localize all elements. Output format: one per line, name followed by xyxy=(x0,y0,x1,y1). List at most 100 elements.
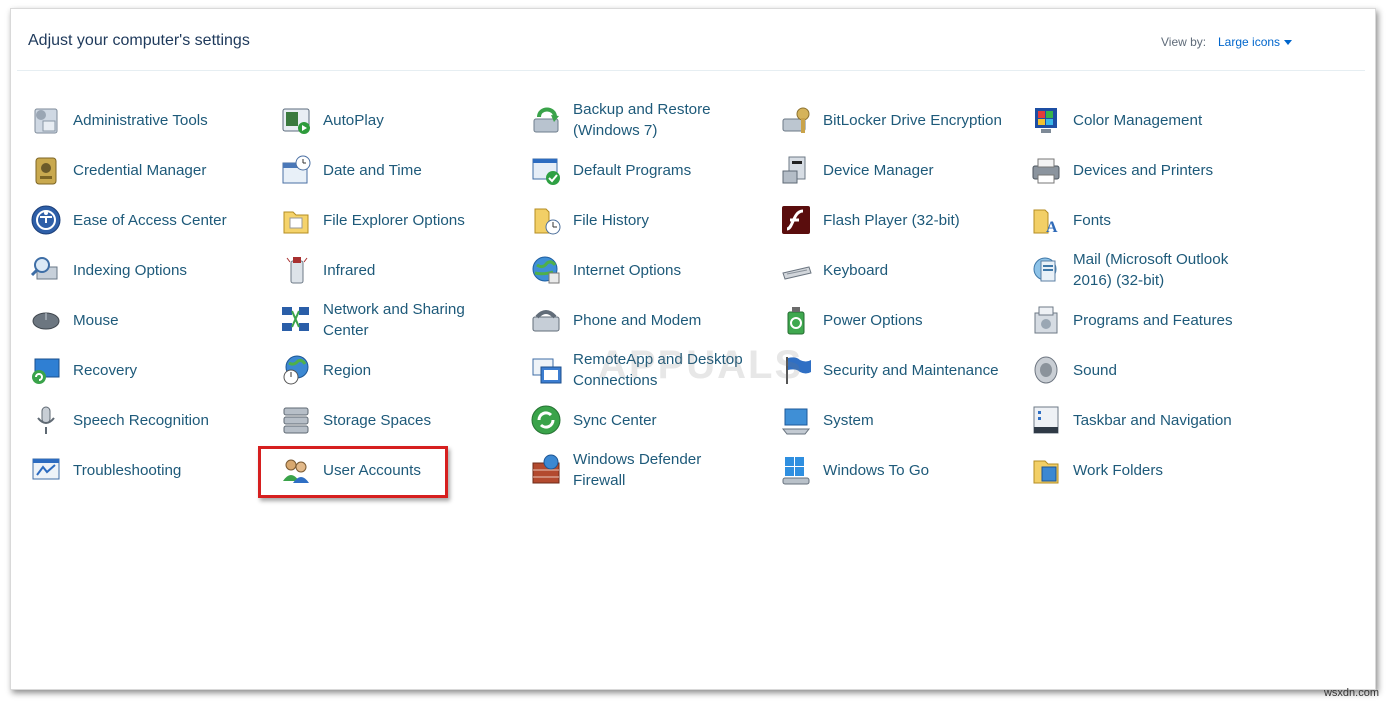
control-panel-item[interactable]: Default Programs xyxy=(529,148,769,192)
control-panel-item[interactable]: Mail (Microsoft Outlook 2016) (32-bit) xyxy=(1029,248,1269,292)
control-panel-item[interactable]: File Explorer Options xyxy=(279,198,519,242)
color-management-icon xyxy=(1029,103,1063,137)
control-panel-item[interactable]: Color Management xyxy=(1029,98,1269,142)
region-icon xyxy=(279,353,313,387)
control-panel-item[interactable]: Backup and Restore (Windows 7) xyxy=(529,98,769,142)
printer-icon xyxy=(1029,153,1063,187)
control-panel-item[interactable]: Storage Spaces xyxy=(279,398,519,442)
control-panel-item[interactable]: Windows Defender Firewall xyxy=(529,448,769,492)
indexing-icon xyxy=(29,253,63,287)
control-panel-item[interactable]: BitLocker Drive Encryption xyxy=(779,98,1019,142)
control-panel-item-label: System xyxy=(823,411,874,429)
control-panel-item-label: Credential Manager xyxy=(73,161,207,179)
file-history-icon xyxy=(529,203,563,237)
system-icon xyxy=(779,403,813,437)
keyboard-icon xyxy=(779,253,813,287)
network-icon xyxy=(279,303,313,337)
sound-icon xyxy=(1029,353,1063,387)
control-panel-item[interactable]: Device Manager xyxy=(779,148,1019,192)
control-panel-item-label: Mail (Microsoft Outlook 2016) (32-bit) xyxy=(1073,251,1229,289)
page-title: Adjust your computer's settings xyxy=(28,32,250,49)
admin-tools-icon xyxy=(29,103,63,137)
control-panel-item[interactable]: Network and Sharing Center xyxy=(279,298,519,342)
control-panel-item[interactable]: Internet Options xyxy=(529,248,769,292)
control-panel-item[interactable]: Flash Player (32-bit) xyxy=(779,198,1019,242)
control-panel-item-label: Power Options xyxy=(823,311,923,329)
control-panel-item[interactable]: Devices and Printers xyxy=(1029,148,1269,192)
control-panel-item[interactable]: Indexing Options xyxy=(29,248,269,292)
credential-manager-icon xyxy=(29,153,63,187)
control-panel-item-label: Infrared xyxy=(323,261,376,279)
control-panel-item-label: Indexing Options xyxy=(73,261,187,279)
recovery-icon xyxy=(29,353,63,387)
control-panel-item[interactable]: A Fonts xyxy=(1029,198,1269,242)
control-panel-item-label: File Explorer Options xyxy=(323,211,465,229)
control-panel-item[interactable]: Infrared xyxy=(279,248,519,292)
control-panel-item-label: Ease of Access Center xyxy=(73,211,227,229)
phone-modem-icon xyxy=(529,303,563,337)
taskbar-icon xyxy=(1029,403,1063,437)
control-panel-item-label: Backup and Restore (Windows 7) xyxy=(573,101,711,139)
control-panel-item[interactable]: Recovery xyxy=(29,348,269,392)
control-panel-item[interactable]: Date and Time xyxy=(279,148,519,192)
header-divider xyxy=(17,70,1365,71)
firewall-icon xyxy=(529,453,563,487)
ease-of-access-icon xyxy=(29,203,63,237)
control-panel-item-label: Color Management xyxy=(1073,111,1203,129)
control-panel-item-label: Recovery xyxy=(73,361,138,379)
control-panel-item[interactable]: Sound xyxy=(1029,348,1269,392)
date-time-icon xyxy=(279,153,313,187)
view-by-label: View by: xyxy=(1161,35,1207,49)
control-panel-item-label: Taskbar and Navigation xyxy=(1073,411,1232,429)
control-panel-item-label: Speech Recognition xyxy=(73,411,209,429)
mouse-icon xyxy=(29,303,63,337)
control-panel-item-label: Region xyxy=(323,361,372,379)
mail-icon xyxy=(1029,253,1063,287)
device-manager-icon xyxy=(779,153,813,187)
control-panel-item[interactable]: File History xyxy=(529,198,769,242)
control-panel-item[interactable]: Phone and Modem xyxy=(529,298,769,342)
control-panel-item[interactable]: Speech Recognition xyxy=(29,398,269,442)
highlight-box xyxy=(258,446,448,498)
control-panel-item[interactable]: Power Options xyxy=(779,298,1019,342)
control-panel-window: Adjust your computer's settings View by:… xyxy=(10,8,1376,690)
flash-icon xyxy=(779,203,813,237)
control-panel-item[interactable]: Ease of Access Center xyxy=(29,198,269,242)
control-panel-item[interactable]: Mouse xyxy=(29,298,269,342)
sync-center-icon xyxy=(529,403,563,437)
svg-text:A: A xyxy=(1046,219,1058,236)
backup-icon xyxy=(529,103,563,137)
troubleshooting-icon xyxy=(29,453,63,487)
control-panel-item[interactable]: Sync Center xyxy=(529,398,769,442)
control-panel-item[interactable]: Work Folders xyxy=(1029,448,1269,492)
control-panel-item-label: Sound xyxy=(1073,361,1117,379)
control-panel-item-label: Sync Center xyxy=(573,411,657,429)
power-options-icon xyxy=(779,303,813,337)
control-panel-item-label: Mouse xyxy=(73,311,119,329)
windows-to-go-icon xyxy=(779,453,813,487)
control-panel-item-label: Work Folders xyxy=(1073,461,1164,479)
control-panel-item[interactable]: Programs and Features xyxy=(1029,298,1269,342)
control-panel-item-label: Fonts xyxy=(1073,211,1111,229)
header: Adjust your computer's settings View by:… xyxy=(11,9,1375,71)
control-panel-item[interactable]: Troubleshooting xyxy=(29,448,269,492)
control-panel-item-label: Windows To Go xyxy=(823,461,930,479)
control-panel-item[interactable]: Credential Manager xyxy=(29,148,269,192)
control-panel-item[interactable]: RemoteApp and Desktop Connections xyxy=(529,348,769,392)
view-by-dropdown[interactable]: Large icons xyxy=(1218,35,1280,49)
control-panel-item[interactable]: Administrative Tools xyxy=(29,98,269,142)
folder-options-icon xyxy=(279,203,313,237)
control-panel-item-label: Programs and Features xyxy=(1073,311,1233,329)
control-panel-item[interactable]: Region xyxy=(279,348,519,392)
control-panel-item-label: Date and Time xyxy=(323,161,422,179)
control-panel-item[interactable]: System xyxy=(779,398,1019,442)
control-panel-item[interactable]: Taskbar and Navigation xyxy=(1029,398,1269,442)
control-panel-item[interactable]: Security and Maintenance xyxy=(779,348,1019,392)
chevron-down-icon[interactable] xyxy=(1284,40,1292,45)
control-panel-item[interactable]: AutoPlay xyxy=(279,98,519,142)
bitlocker-icon xyxy=(779,103,813,137)
control-panel-item[interactable]: Windows To Go xyxy=(779,448,1019,492)
control-panel-item-label: Internet Options xyxy=(573,261,682,279)
autoplay-icon xyxy=(279,103,313,137)
control-panel-item[interactable]: Keyboard xyxy=(779,248,1019,292)
